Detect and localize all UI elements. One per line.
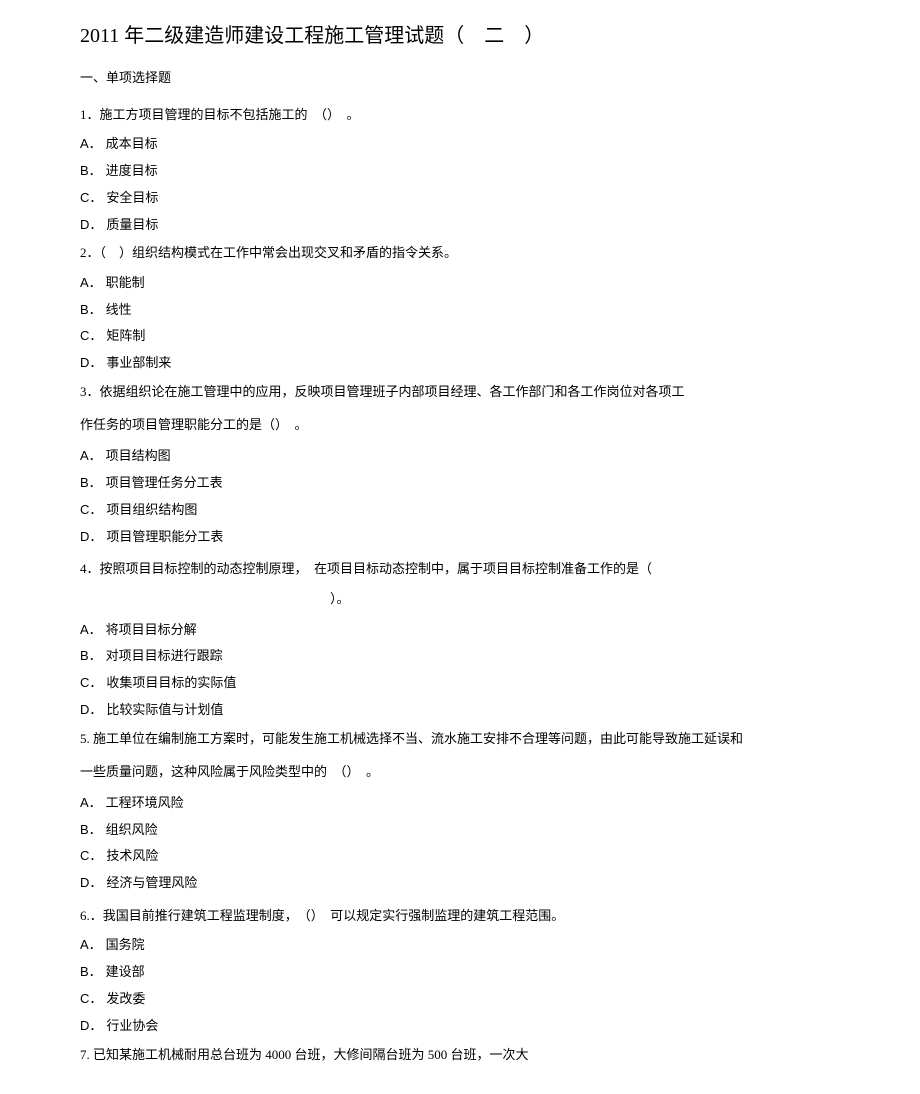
option-text: 收集项目目标的实际值 [106,675,236,690]
option-text: 质量目标 [106,217,158,232]
option-letter: B． [80,822,102,837]
option-letter: D． [80,529,102,544]
option: A． 将项目目标分解 [80,620,840,641]
option-letter: A． [80,136,102,151]
option-text: 安全目标 [106,190,158,205]
option-text: 事业部制来 [106,355,171,370]
option-letter: A． [80,275,102,290]
option-letter: C． [80,675,102,690]
option-letter: C． [80,991,102,1006]
option-letter: B． [80,163,102,178]
question-blank-line: ）。 [80,589,840,610]
option: A． 职能制 [80,273,840,294]
option-text: 项目管理职能分工表 [106,529,223,544]
option: C． 安全目标 [80,188,840,209]
option: B． 对项目目标进行跟踪 [80,646,840,667]
option: D． 项目管理职能分工表 [80,527,840,548]
option-text: 线性 [106,302,132,317]
option-letter: D． [80,702,102,717]
option-letter: C． [80,848,102,863]
option-text: 工程环境风险 [106,795,184,810]
option-letter: C． [80,190,102,205]
option: B． 建设部 [80,962,840,983]
option: C． 矩阵制 [80,326,840,347]
option-text: 成本目标 [106,136,158,151]
option-text: 对项目目标进行跟踪 [106,648,223,663]
option-letter: A． [80,622,102,637]
option-text: 国务院 [106,937,145,952]
option: B． 线性 [80,300,840,321]
question-text: 2．（ ）组织结构模式在工作中常会出现交叉和矛盾的指令关系。 [80,241,840,264]
option: C． 技术风险 [80,846,840,867]
option-text: 发改委 [106,991,145,1006]
option-text: 建设部 [106,964,145,979]
option-text: 技术风险 [106,848,158,863]
option-text: 进度目标 [106,163,158,178]
option: D． 事业部制来 [80,353,840,374]
option-letter: D． [80,355,102,370]
option-letter: A． [80,795,102,810]
option-text: 职能制 [106,275,145,290]
option: D． 质量目标 [80,215,840,236]
question-text: 3．依据组织论在施工管理中的应用，反映项目管理班子内部项目经理、各工作部门和各工… [80,380,840,403]
option: A． 项目结构图 [80,446,840,467]
option-letter: C． [80,328,102,343]
option-text: 项目组织结构图 [106,502,197,517]
option: C． 项目组织结构图 [80,500,840,521]
option-text: 项目管理任务分工表 [106,475,223,490]
question-continuation: 一些质量问题，这种风险属于风险类型中的 （） 。 [80,762,840,783]
option-letter: B． [80,475,102,490]
option-text: 行业协会 [106,1018,158,1033]
option-letter: B． [80,648,102,663]
question-continuation: 作任务的项目管理职能分工的是（） 。 [80,415,840,436]
question-text: 1．施工方项目管理的目标不包括施工的 （） 。 [80,103,840,126]
question-text: 7. 已知某施工机械耐用总台班为 4000 台班，大修间隔台班为 500 台班，… [80,1043,840,1066]
option-text: 将项目目标分解 [106,622,197,637]
section-heading: 一、单项选择题 [80,68,840,89]
option-letter: C． [80,502,102,517]
option-text: 矩阵制 [106,328,145,343]
option-letter: A． [80,937,102,952]
document-title: 2011 年二级建造师建设工程施工管理试题（ 二 ） [80,20,840,52]
option: D． 经济与管理风险 [80,873,840,894]
option: A． 国务院 [80,935,840,956]
option-text: 比较实际值与计划值 [106,702,223,717]
option-letter: D． [80,875,102,890]
option-text: 项目结构图 [106,448,171,463]
option-letter: D． [80,1018,102,1033]
option: C． 发改委 [80,989,840,1010]
option: D． 比较实际值与计划值 [80,700,840,721]
option: A． 成本目标 [80,134,840,155]
option: B． 进度目标 [80,161,840,182]
option-letter: B． [80,964,102,979]
option-text: 组织风险 [106,822,158,837]
option: B． 组织风险 [80,820,840,841]
option-letter: A． [80,448,102,463]
question-text: 5. 施工单位在编制施工方案时，可能发生施工机械选择不当、流水施工安排不合理等问… [80,727,840,750]
option-letter: B． [80,302,102,317]
option-letter: D． [80,217,102,232]
option-text: 经济与管理风险 [106,875,197,890]
option: B． 项目管理任务分工表 [80,473,840,494]
option: D． 行业协会 [80,1016,840,1037]
question-text: 6.．我国目前推行建筑工程监理制度， （） 可以规定实行强制监理的建筑工程范围。 [80,904,840,927]
option: A． 工程环境风险 [80,793,840,814]
question-text: 4．按照项目目标控制的动态控制原理， 在项目目标动态控制中，属于项目目标控制准备… [80,557,840,580]
option: C． 收集项目目标的实际值 [80,673,840,694]
